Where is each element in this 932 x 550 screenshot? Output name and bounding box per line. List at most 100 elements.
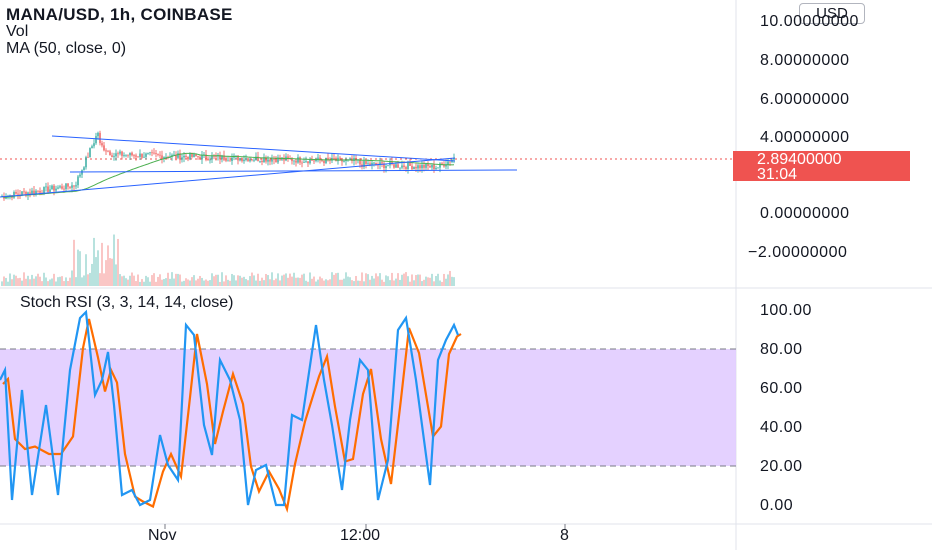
candle-body — [97, 132, 99, 137]
candle-body — [51, 185, 53, 190]
candle-body — [303, 162, 305, 163]
candle-body — [115, 153, 117, 157]
candle-body — [207, 158, 209, 161]
volume-bar — [423, 279, 425, 286]
ma-legend[interactable]: MA (50, close, 0) — [6, 40, 126, 57]
candle-body — [409, 162, 411, 166]
volume-bar — [393, 280, 395, 286]
volume-bar — [83, 275, 85, 286]
volume-bar — [391, 272, 393, 286]
stoch-rsi-legend[interactable]: Stoch RSI (3, 3, 14, 14, close) — [20, 294, 233, 312]
volume-bar — [401, 274, 403, 286]
stoch-axis-label: 40.00 — [760, 419, 803, 436]
volume-bar — [421, 281, 423, 286]
volume-bar — [147, 277, 149, 286]
candle-body — [31, 190, 33, 194]
candle-body — [211, 155, 213, 160]
volume-bar — [57, 277, 59, 286]
volume-bar — [411, 274, 413, 286]
candle-body — [297, 157, 299, 163]
candle-body — [243, 159, 245, 162]
volume-bar — [89, 272, 91, 286]
volume-bar — [225, 275, 227, 286]
volume-bar — [39, 276, 41, 286]
candle-body — [411, 165, 413, 170]
volume-bar — [23, 272, 25, 286]
volume-bar — [53, 273, 55, 286]
candle-body — [407, 162, 409, 170]
volume-bar — [79, 251, 81, 286]
volume-bar — [61, 276, 63, 286]
candle-body — [59, 186, 61, 188]
volume-bar — [59, 276, 61, 286]
volume-bar — [361, 272, 363, 286]
candle-body — [381, 162, 383, 164]
candle-body — [393, 164, 395, 168]
candle-body — [45, 186, 47, 188]
volume-bar — [263, 280, 265, 286]
volume-bar — [329, 279, 331, 286]
candle-body — [275, 159, 277, 163]
volume-bar — [403, 273, 405, 286]
volume-bar — [443, 273, 445, 286]
candle-body — [349, 158, 351, 160]
volume-bar — [231, 273, 233, 286]
volume-bar — [93, 237, 95, 286]
volume-bar — [293, 272, 295, 286]
volume-bar — [271, 272, 273, 286]
volume-bar — [301, 274, 303, 286]
volume-legend[interactable]: Vol — [6, 23, 28, 40]
candle-body — [43, 187, 45, 194]
volume-bar — [37, 273, 39, 286]
candle-body — [247, 158, 249, 162]
candle-body — [139, 153, 141, 157]
volume-bar — [97, 250, 99, 286]
candle-body — [47, 186, 49, 192]
candle-body — [161, 155, 163, 160]
candle-body — [295, 160, 297, 163]
volume-bar — [81, 277, 83, 286]
candle-body — [367, 163, 369, 165]
price-label: 0.00000000 — [760, 205, 850, 222]
volume-bar — [335, 273, 337, 286]
volume-bar — [441, 281, 443, 286]
volume-bar — [161, 279, 163, 286]
candle-body — [301, 162, 303, 164]
volume-bar — [197, 278, 199, 286]
candle-body — [435, 168, 437, 170]
volume-bar — [409, 281, 411, 286]
volume-bar — [255, 280, 257, 286]
candle-body — [35, 190, 37, 194]
volume-bar — [389, 280, 391, 286]
volume-bar — [319, 276, 321, 286]
candle-body — [89, 148, 91, 158]
stoch-axis-label: 20.00 — [760, 458, 803, 475]
candle-body — [417, 165, 419, 169]
candle-body — [49, 189, 51, 192]
volume-bar — [17, 278, 19, 286]
volume-bar — [189, 280, 191, 286]
volume-bar — [395, 278, 397, 286]
candle-body — [183, 155, 185, 158]
candle-body — [313, 160, 315, 162]
candle-body — [421, 164, 423, 169]
candle-body — [57, 187, 59, 189]
volume-bar — [367, 274, 369, 286]
candle-body — [129, 152, 131, 156]
candle-body — [109, 151, 111, 156]
candle-body — [63, 188, 65, 190]
candle-body — [67, 183, 69, 187]
current-price-badge[interactable]: 2.89400000 31:04 — [733, 151, 910, 183]
volume-bar — [121, 276, 123, 286]
volume-bar — [101, 242, 103, 286]
volume-bar — [129, 275, 131, 286]
candle-body — [227, 160, 229, 162]
volume-bar — [275, 278, 277, 286]
volume-bar — [169, 278, 171, 286]
volume-bar — [309, 272, 311, 286]
stoch-axis-label: 60.00 — [760, 380, 803, 397]
volume-bar — [311, 278, 313, 286]
symbol-title[interactable]: MANA/USD, 1h, COINBASE — [6, 6, 233, 23]
trend-line-support[interactable] — [0, 157, 456, 198]
candle-body — [119, 151, 121, 154]
